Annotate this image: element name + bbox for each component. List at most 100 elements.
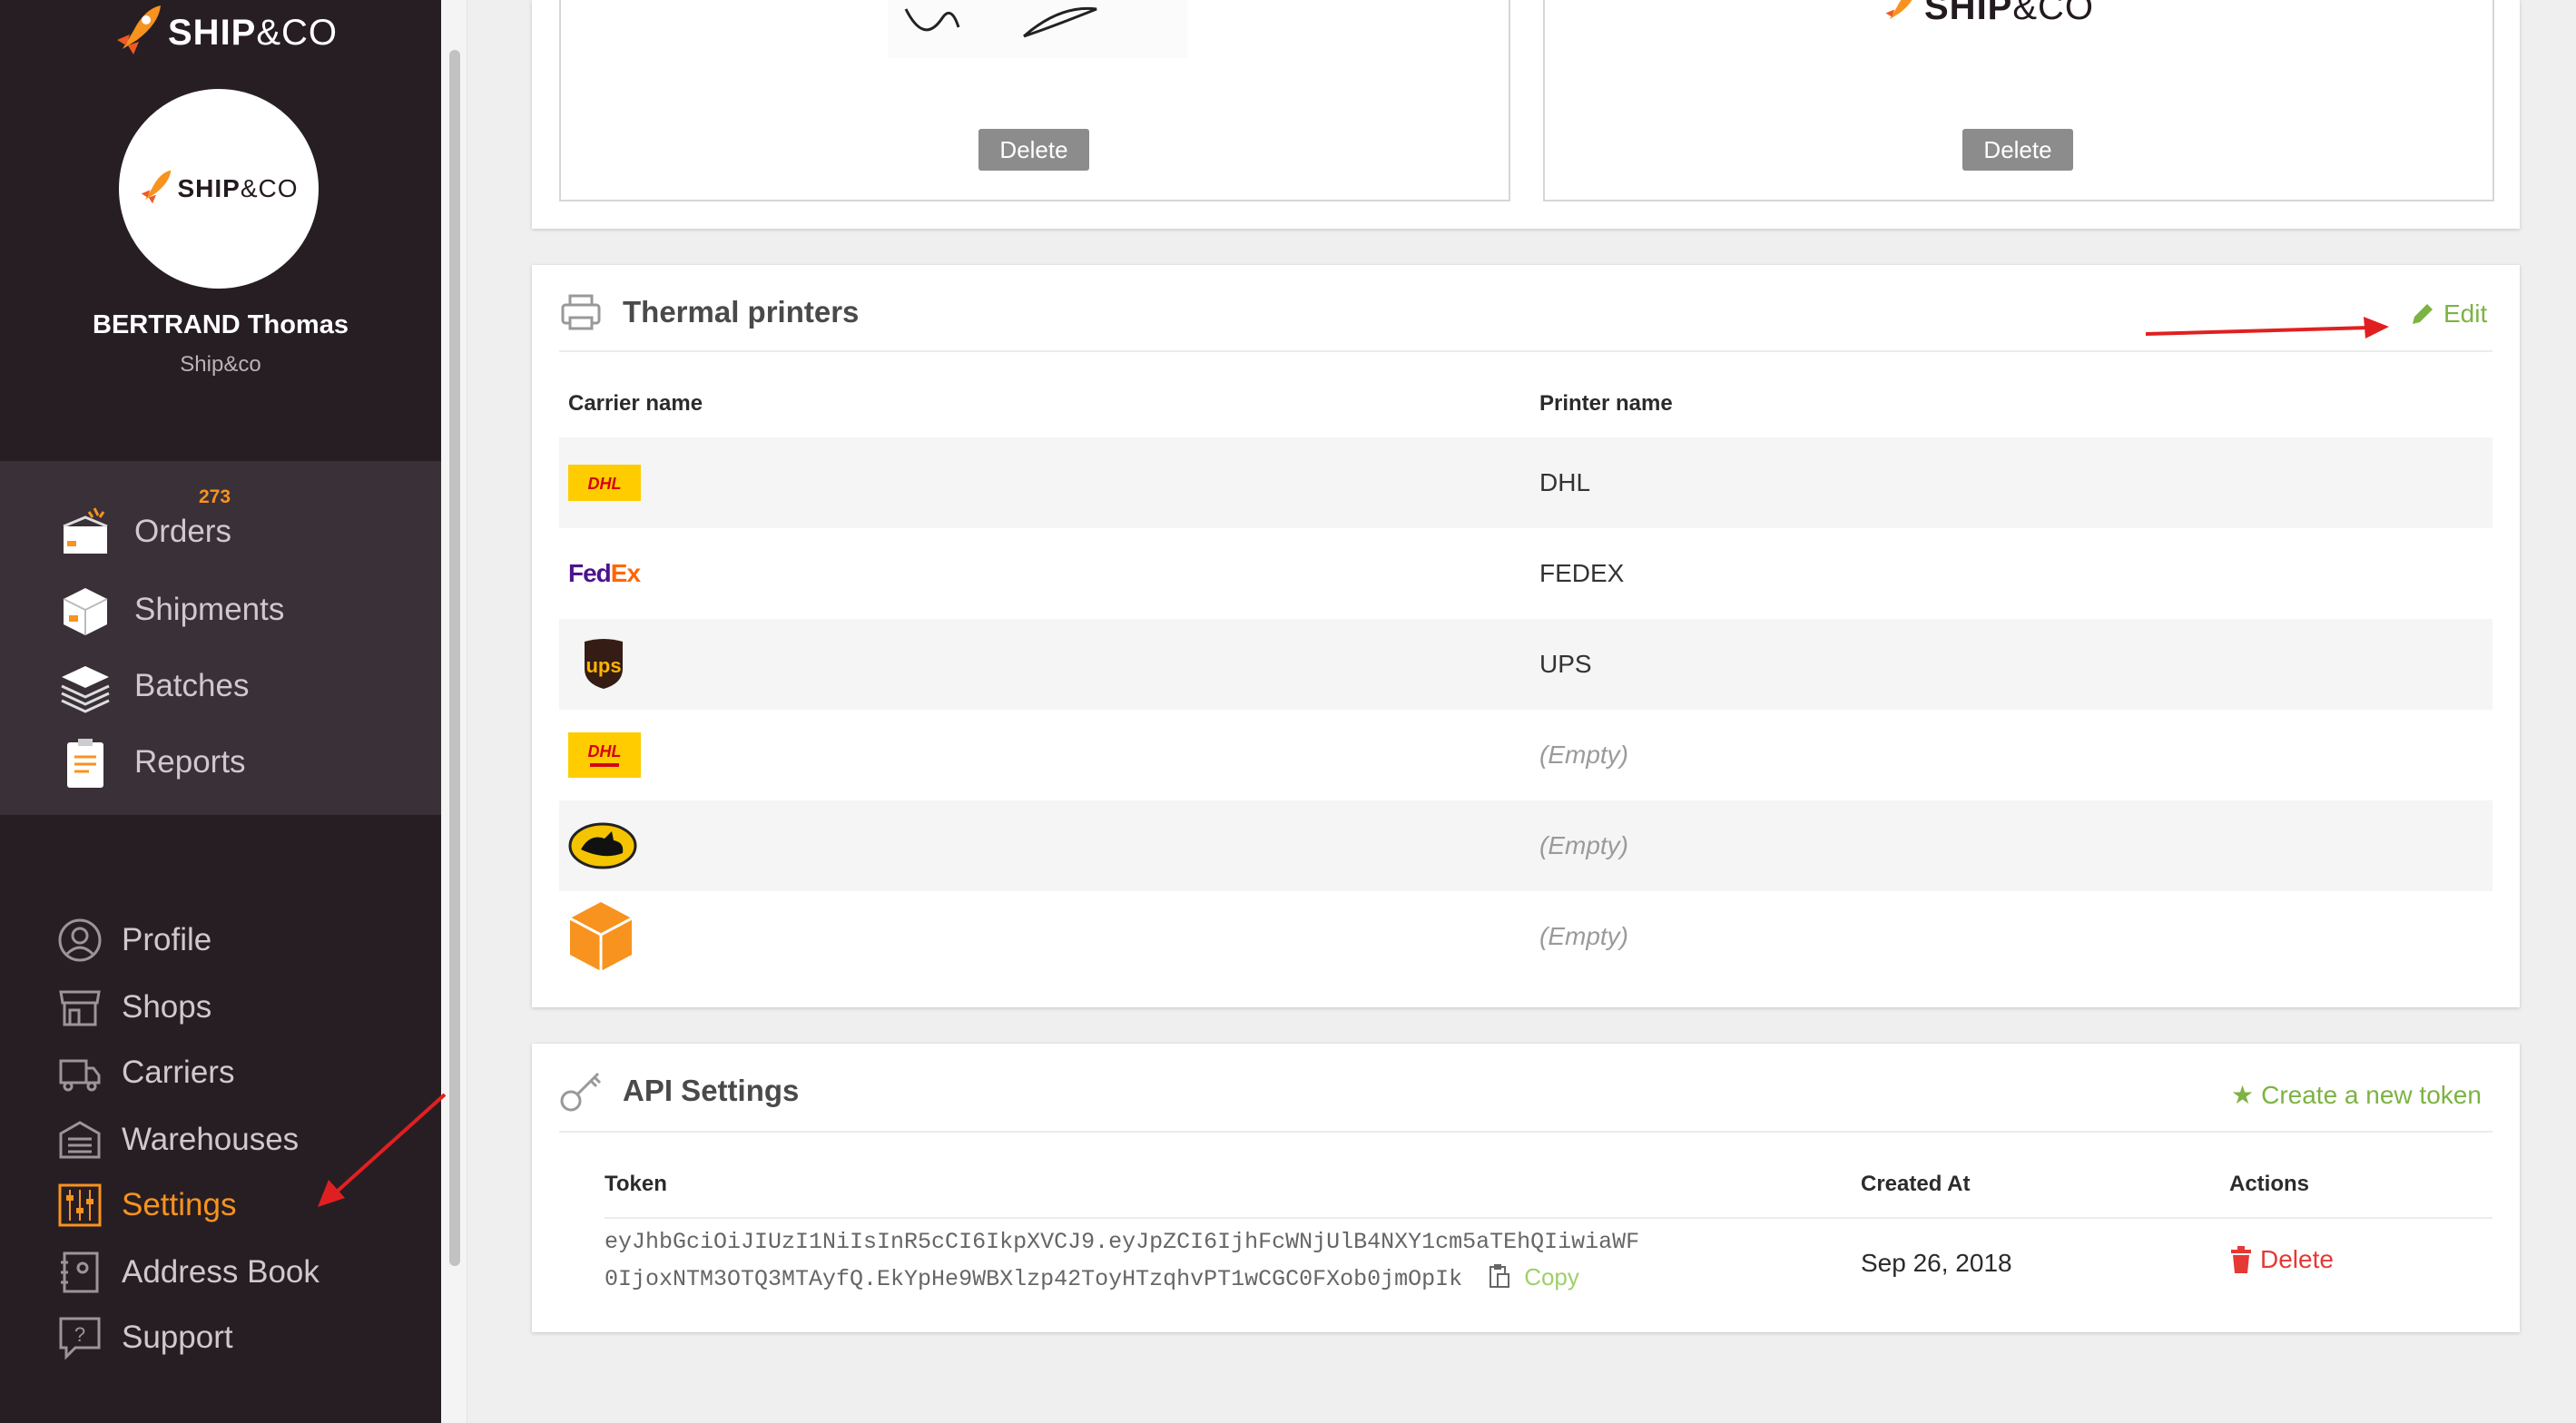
brand-name: SHIP&CO [168,12,339,53]
panel-title-text: API Settings [623,1074,800,1107]
star-icon: ★ [2231,1081,2255,1109]
key-icon [557,1067,605,1114]
delete-label: Delete [2260,1245,2334,1273]
clipboard-icon [1490,1264,1510,1288]
annotation-arrow-edit [2145,317,2389,339]
dhl-logo: DHL [568,437,641,528]
printer-name: (Empty) [1539,831,1628,859]
rocket-icon [142,170,172,204]
nav-label: Orders [134,514,231,549]
thermal-printers-title: Thermal printers [557,287,859,338]
edit-label: Edit [2443,299,2488,328]
divider [605,1217,2492,1219]
logo-image-card: SHIP&CO Delete [1543,0,2494,201]
nav-item-batches[interactable]: Batches [56,657,249,715]
nav-item-profile[interactable]: Profile [56,917,211,964]
column-header-actions: Actions [2229,1172,2310,1196]
logo-image-text: SHIP&CO [1924,0,2095,27]
svg-text:DHL: DHL [588,742,622,761]
create-token-link[interactable]: ★ Create a new token [2231,1080,2482,1110]
nav-label: Profile [122,922,212,957]
dhl-ecommerce-logo: DHL [568,710,641,800]
nav-label: Batches [134,668,250,703]
rocket-icon [117,5,161,54]
column-header-created-at: Created At [1861,1172,1971,1196]
sliders-icon [56,1182,103,1229]
fedex-logo: FedEx [568,559,641,587]
edit-printers-link[interactable]: Edit [2409,299,2487,329]
table-row[interactable]: FedEx FEDEX [559,528,2492,619]
copy-token-button[interactable]: Copy [1489,1263,1579,1292]
printer-name: DHL [1539,468,1591,496]
nav-label: Shops [122,989,212,1025]
user-name: BERTRAND Thomas [93,310,349,339]
api-token-value[interactable]: eyJhbGciOiJIUzI1NiIsInR5cCI6IkpXVCJ9.eyJ… [605,1225,1639,1297]
nav-label: Support [122,1320,233,1355]
printer-name: UPS [1539,650,1592,678]
divider [559,1131,2492,1133]
user-company: Ship&co [180,352,261,377]
batch-stack-icon [56,657,114,715]
generic-box-logo [568,891,634,982]
brand-logo[interactable]: SHIP&CO [113,0,338,65]
delete-token-button[interactable]: Delete [2229,1245,2334,1274]
divider [559,350,2492,352]
column-header-carrier: Carrier name [568,391,703,416]
api-settings-title: API Settings [557,1065,799,1116]
avatar-brand-name: SHIP&CO [177,174,299,202]
table-row[interactable]: DHL DHL [559,437,2492,528]
copy-label: Copy [1524,1263,1579,1291]
nav-item-carriers[interactable]: Carriers [56,1049,234,1096]
nav-label: Address Book [122,1254,320,1290]
storefront-icon [56,984,103,1031]
nav-label: Carriers [122,1055,235,1090]
token-created-at: Sep 26, 2018 [1861,1249,2012,1277]
printer-name: (Empty) [1539,922,1628,950]
column-header-token: Token [605,1172,667,1196]
column-header-printer: Printer name [1539,391,1673,416]
address-book-icon [56,1249,103,1296]
user-circle-icon [56,917,103,964]
nav-item-reports[interactable]: Reports [56,733,246,791]
yamato-cat-logo [568,800,637,891]
svg-text:ups: ups [585,654,621,677]
avatar[interactable]: SHIP&CO [119,89,319,289]
signature-image-card: Delete [559,0,1510,201]
nav-item-support[interactable]: ? Support [56,1314,233,1361]
table-row[interactable]: (Empty) [559,800,2492,891]
orders-box-icon [56,503,114,561]
nav-item-settings[interactable]: Settings [56,1182,236,1229]
svg-text:DHL: DHL [588,475,622,493]
nav-item-shipments[interactable]: Shipments [56,581,284,639]
shipment-box-icon [56,581,114,639]
nav-label: Warehouses [122,1122,300,1157]
delete-logo-button[interactable]: Delete [1962,129,2073,171]
delete-signature-button[interactable]: Delete [978,129,1089,171]
scrollbar-thumb[interactable] [449,50,460,1266]
token-line: 0IjoxNTM3OTQ3MTAyfQ.EkYpHe9WBXlzp42ToyHT… [605,1266,1463,1292]
table-row[interactable]: DHL (Empty) [559,710,2492,800]
printer-icon [557,289,605,336]
table-row[interactable]: ups UPS [559,619,2492,710]
svg-text:?: ? [74,1323,85,1346]
nav-item-orders[interactable]: Orders [56,503,231,561]
printer-name: FEDEX [1539,559,1625,587]
trash-icon [2231,1246,2251,1273]
clipboard-report-icon [56,733,114,791]
nav-item-shops[interactable]: Shops [56,984,211,1031]
help-bubble-icon: ? [56,1314,103,1361]
pencil-icon [2413,304,2433,324]
ups-logo: ups [581,619,626,710]
nav-label: Settings [122,1187,237,1222]
nav-item-warehouses[interactable]: Warehouses [56,1116,299,1163]
nav-label: Shipments [134,592,285,627]
table-row[interactable]: (Empty) [559,891,2492,982]
nav-item-address-book[interactable]: Address Book [56,1249,320,1296]
create-token-label: Create a new token [2261,1080,2482,1109]
nav-label: Reports [134,744,246,780]
panel-title-text: Thermal printers [623,295,860,329]
warehouse-icon [56,1116,103,1163]
signature-image [888,0,1187,58]
shipandco-logo-image: SHIP&CO [1881,0,2094,28]
printer-name: (Empty) [1539,741,1628,769]
